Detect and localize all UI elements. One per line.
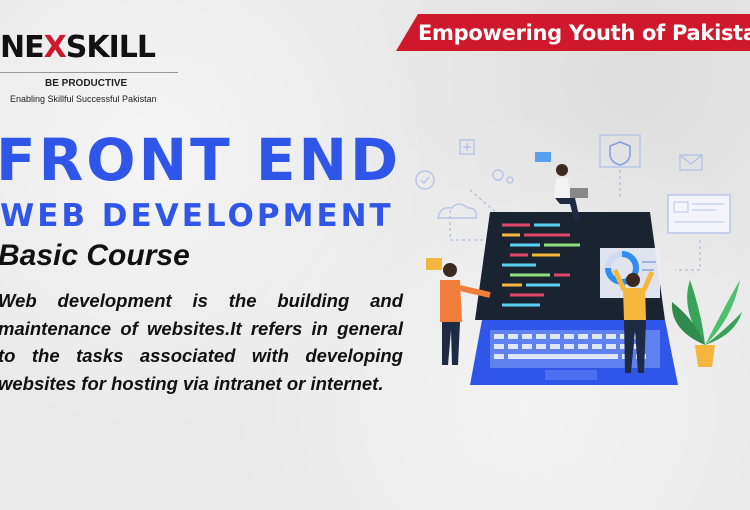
- title-web-development: WEB DEVELOPMENT: [0, 198, 394, 234]
- chat-icon: [535, 152, 551, 162]
- plant-icon: [671, 280, 742, 367]
- logo: NEXSKILL BE PRODUCTIVE Enabling Skillful…: [0, 26, 180, 108]
- logo-word-left: NE: [0, 30, 45, 65]
- logo-word-right: SKILL: [65, 30, 156, 65]
- plus-icon: [459, 139, 475, 155]
- search-icon: [415, 170, 435, 190]
- cloud-icon: [437, 203, 478, 219]
- code-window-icon: [667, 194, 731, 234]
- logo-divider: [0, 72, 178, 73]
- shield-icon: [599, 134, 641, 168]
- title-front-end: FRONT END: [0, 126, 402, 194]
- person-sitting-figure: [554, 164, 588, 220]
- logo-tagline: BE PRODUCTIVE: [45, 78, 128, 89]
- chat-bubble-icon: [426, 258, 442, 270]
- logo-wordmark: NEXSKILL: [0, 30, 156, 65]
- logo-subtitle: Enabling Skillful Successful Pakistan: [10, 94, 157, 104]
- web-development-illustration: [415, 134, 742, 385]
- logo-word-x: X: [43, 30, 67, 65]
- course-description: Web development is the building and main…: [0, 290, 403, 394]
- mail-icon: [679, 154, 703, 171]
- banner-text: Empowering Youth of Pakistan: [418, 21, 750, 45]
- course-subtitle: Basic Course: [0, 239, 190, 272]
- settings-icon: [492, 169, 514, 184]
- laptop-icon: [470, 212, 678, 385]
